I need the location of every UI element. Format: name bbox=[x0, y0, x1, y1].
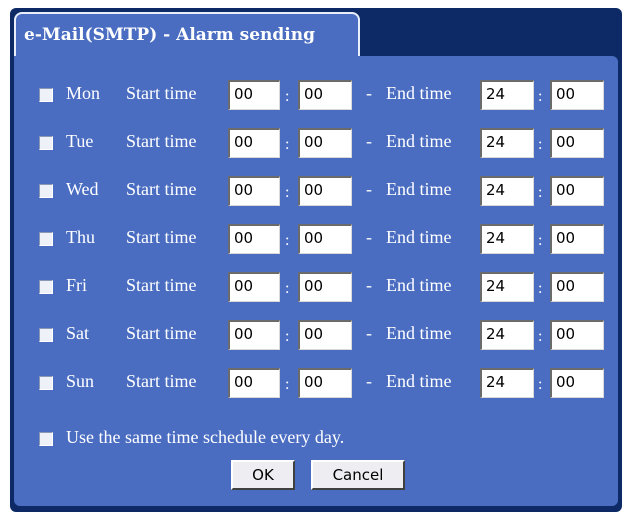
same-schedule-label: Use the same time schedule every day. bbox=[66, 427, 345, 447]
end-minute-input[interactable]: 00 bbox=[550, 80, 604, 110]
start-time-label: Start time bbox=[126, 179, 197, 199]
dialog-title: e-Mail(SMTP) - Alarm sending bbox=[24, 25, 315, 45]
day-label: Tue bbox=[66, 131, 94, 151]
day-label: Fri bbox=[66, 275, 88, 295]
start-time-label: Start time bbox=[126, 131, 197, 151]
day-checkbox-wed[interactable] bbox=[39, 184, 53, 198]
end-hour-input[interactable]: 24 bbox=[480, 224, 534, 254]
time-colon: : bbox=[538, 88, 543, 105]
start-hour-input[interactable]: 00 bbox=[228, 320, 280, 350]
start-minute-input[interactable]: 00 bbox=[298, 368, 352, 398]
start-minute-input[interactable]: 00 bbox=[298, 176, 352, 206]
start-time-label: Start time bbox=[126, 275, 197, 295]
time-colon: : bbox=[538, 184, 543, 201]
end-time-label: End time bbox=[386, 179, 452, 199]
range-dash: - bbox=[366, 83, 372, 103]
day-checkbox-sun[interactable] bbox=[39, 376, 53, 390]
day-label: Thu bbox=[66, 227, 95, 247]
day-row-fri: Fri Start time 00 : 00 - End time 24 : 0… bbox=[14, 272, 618, 302]
end-minute-input[interactable]: 00 bbox=[550, 368, 604, 398]
time-colon: : bbox=[538, 136, 543, 153]
day-label: Wed bbox=[66, 179, 99, 199]
end-time-label: End time bbox=[386, 371, 452, 391]
time-colon: : bbox=[538, 280, 543, 297]
start-hour-input[interactable]: 00 bbox=[228, 272, 280, 302]
same-schedule-checkbox[interactable] bbox=[39, 432, 53, 446]
time-colon: : bbox=[285, 136, 290, 153]
day-row-sat: Sat Start time 00 : 00 - End time 24 : 0… bbox=[14, 320, 618, 350]
end-minute-input[interactable]: 00 bbox=[550, 320, 604, 350]
start-time-label: Start time bbox=[126, 323, 197, 343]
time-colon: : bbox=[538, 376, 543, 393]
day-checkbox-fri[interactable] bbox=[39, 280, 53, 294]
end-time-label: End time bbox=[386, 323, 452, 343]
start-minute-input[interactable]: 00 bbox=[298, 80, 352, 110]
end-hour-input[interactable]: 24 bbox=[480, 80, 534, 110]
day-row-thu: Thu Start time 00 : 00 - End time 24 : 0… bbox=[14, 224, 618, 254]
end-minute-input[interactable]: 00 bbox=[550, 224, 604, 254]
day-row-wed: Wed Start time 00 : 00 - End time 24 : 0… bbox=[14, 176, 618, 206]
day-checkbox-tue[interactable] bbox=[39, 136, 53, 150]
time-colon: : bbox=[538, 232, 543, 249]
day-checkbox-thu[interactable] bbox=[39, 232, 53, 246]
time-colon: : bbox=[285, 88, 290, 105]
day-row-mon: Mon Start time 00 : 00 - End time 24 : 0… bbox=[14, 80, 618, 110]
end-hour-input[interactable]: 24 bbox=[480, 128, 534, 158]
start-time-label: Start time bbox=[126, 227, 197, 247]
range-dash: - bbox=[366, 227, 372, 247]
time-colon: : bbox=[285, 184, 290, 201]
time-colon: : bbox=[538, 328, 543, 345]
start-hour-input[interactable]: 00 bbox=[228, 176, 280, 206]
end-time-label: End time bbox=[386, 131, 452, 151]
dialog-title-tab: e-Mail(SMTP) - Alarm sending bbox=[14, 12, 360, 56]
start-minute-input[interactable]: 00 bbox=[298, 128, 352, 158]
start-hour-input[interactable]: 00 bbox=[228, 80, 280, 110]
end-hour-input[interactable]: 24 bbox=[480, 368, 534, 398]
day-row-sun: Sun Start time 00 : 00 - End time 24 : 0… bbox=[14, 368, 618, 398]
end-hour-input[interactable]: 24 bbox=[480, 320, 534, 350]
schedule-panel: Mon Start time 00 : 00 - End time 24 : 0… bbox=[14, 56, 618, 506]
start-hour-input[interactable]: 00 bbox=[228, 128, 280, 158]
start-hour-input[interactable]: 00 bbox=[228, 224, 280, 254]
time-colon: : bbox=[285, 232, 290, 249]
end-time-label: End time bbox=[386, 83, 452, 103]
time-colon: : bbox=[285, 328, 290, 345]
end-minute-input[interactable]: 00 bbox=[550, 176, 604, 206]
range-dash: - bbox=[366, 275, 372, 295]
day-checkbox-mon[interactable] bbox=[39, 88, 53, 102]
day-label: Mon bbox=[66, 83, 101, 103]
time-colon: : bbox=[285, 280, 290, 297]
end-hour-input[interactable]: 24 bbox=[480, 176, 534, 206]
range-dash: - bbox=[366, 131, 372, 151]
start-time-label: Start time bbox=[126, 83, 197, 103]
end-minute-input[interactable]: 00 bbox=[550, 128, 604, 158]
time-colon: : bbox=[285, 376, 290, 393]
end-hour-input[interactable]: 24 bbox=[480, 272, 534, 302]
end-time-label: End time bbox=[386, 227, 452, 247]
start-minute-input[interactable]: 00 bbox=[298, 272, 352, 302]
start-time-label: Start time bbox=[126, 371, 197, 391]
start-minute-input[interactable]: 00 bbox=[298, 224, 352, 254]
range-dash: - bbox=[366, 323, 372, 343]
day-label: Sun bbox=[66, 371, 95, 391]
ok-button[interactable]: OK bbox=[231, 460, 295, 490]
end-minute-input[interactable]: 00 bbox=[550, 272, 604, 302]
day-row-tue: Tue Start time 00 : 00 - End time 24 : 0… bbox=[14, 128, 618, 158]
same-schedule-row: Use the same time schedule every day. bbox=[14, 424, 618, 454]
day-label: Sat bbox=[66, 323, 90, 343]
cancel-button[interactable]: Cancel bbox=[311, 460, 405, 490]
range-dash: - bbox=[366, 179, 372, 199]
day-checkbox-sat[interactable] bbox=[39, 328, 53, 342]
end-time-label: End time bbox=[386, 275, 452, 295]
start-hour-input[interactable]: 00 bbox=[228, 368, 280, 398]
range-dash: - bbox=[366, 371, 372, 391]
start-minute-input[interactable]: 00 bbox=[298, 320, 352, 350]
